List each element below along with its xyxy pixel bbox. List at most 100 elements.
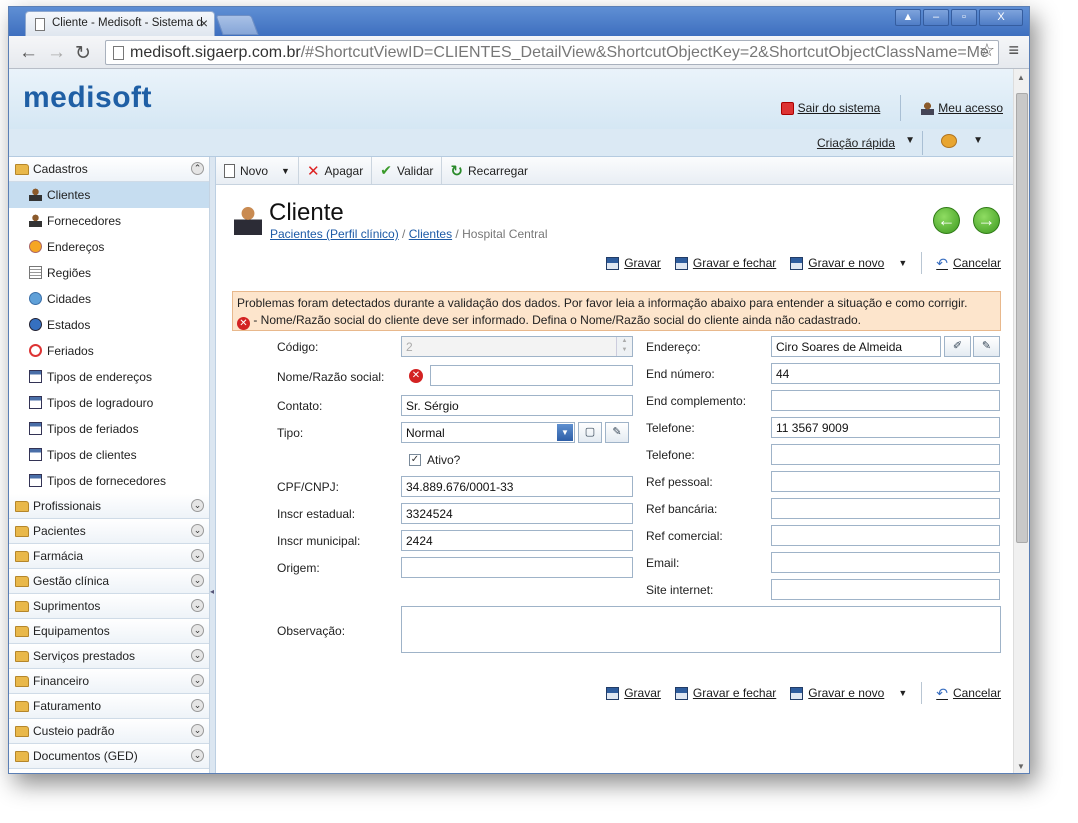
expand-icon[interactable]: ⌄ [191, 749, 204, 762]
scrollbar-thumb[interactable] [1016, 93, 1028, 543]
quick-create-link[interactable]: Criação rápida [817, 136, 895, 150]
previous-record-button[interactable]: ← [933, 207, 960, 234]
validate-button[interactable]: ✔ Validar [372, 157, 443, 184]
sidebar-group-1[interactable]: Profissionais ⌄ [9, 494, 209, 519]
palette-icon[interactable] [941, 134, 957, 148]
telefone1-field[interactable]: 11 3567 9009 [771, 417, 1000, 438]
cpf-field[interactable]: 34.889.676/0001-33 [401, 476, 633, 497]
collapse-arrow-icon[interactable]: ◂ [210, 587, 214, 596]
chevron-down-icon[interactable]: ▼ [281, 166, 290, 176]
sidebar-item[interactable]: Tipos de fornecedores [9, 468, 209, 494]
browser-menu-icon[interactable]: ≡ [1008, 40, 1019, 61]
endereco-field[interactable]: Ciro Soares de Almeida [771, 336, 941, 357]
user-icon[interactable]: ▲ [895, 9, 921, 26]
expand-icon[interactable]: ⌄ [191, 674, 204, 687]
ref-comercial-field[interactable] [771, 525, 1000, 546]
close-tab-icon[interactable]: × [200, 15, 208, 31]
expand-icon[interactable]: ⌄ [191, 624, 204, 637]
chevron-down-icon[interactable]: ▼ [905, 135, 915, 146]
sidebar-group-5[interactable]: Suprimentos ⌄ [9, 594, 209, 619]
endereco-clear-button[interactable]: ✎ [973, 336, 1000, 357]
tipo-clear-button[interactable]: ✎ [605, 422, 629, 443]
next-record-button[interactable]: → [973, 207, 1000, 234]
save-close-button[interactable]: Gravar e fechar [674, 686, 776, 700]
expand-icon[interactable]: ⌄ [191, 524, 204, 537]
scroll-up-icon[interactable]: ▲ [1017, 73, 1025, 82]
sidebar-item[interactable]: Clientes [9, 182, 209, 208]
contato-field[interactable]: Sr. Sérgio [401, 395, 633, 416]
telefone2-field[interactable] [771, 444, 1000, 465]
sidebar-item[interactable]: Estados [9, 312, 209, 338]
inscr-estadual-field[interactable]: 3324524 [401, 503, 633, 524]
new-tab-button[interactable] [215, 15, 259, 35]
sidebar-item[interactable]: Regiões [9, 260, 209, 286]
chevron-down-icon[interactable]: ▼ [898, 258, 907, 268]
expand-icon[interactable]: ⌄ [191, 574, 204, 587]
sidebar-group-4[interactable]: Gestão clínica ⌄ [9, 569, 209, 594]
observacao-textarea[interactable] [401, 606, 1001, 653]
my-access-link[interactable]: Meu acesso [921, 101, 1003, 115]
sidebar-group-6[interactable]: Equipamentos ⌄ [9, 619, 209, 644]
close-window-button[interactable]: X [979, 9, 1023, 26]
sidebar-item[interactable]: Tipos de clientes [9, 442, 209, 468]
sidebar-item[interactable]: Tipos de logradouro [9, 390, 209, 416]
sidebar-group-7[interactable]: Serviços prestados ⌄ [9, 644, 209, 669]
delete-button[interactable]: ✕ Apagar [299, 157, 373, 184]
sidebar-group-2[interactable]: Pacientes ⌄ [9, 519, 209, 544]
new-button[interactable]: Novo ▼ [216, 157, 299, 184]
tipo-select[interactable]: Normal ▼ [401, 422, 575, 443]
cancel-button[interactable]: ↶ Cancelar [936, 685, 1001, 702]
ativo-checkbox[interactable]: ✓ [409, 454, 421, 466]
collapse-icon[interactable]: ⌃ [191, 162, 204, 175]
email-field[interactable] [771, 552, 1000, 573]
tipo-new-button[interactable]: ▢ [578, 422, 602, 443]
end-complemento-field[interactable] [771, 390, 1000, 411]
expand-icon[interactable]: ⌄ [191, 549, 204, 562]
sidebar-group-11[interactable]: Documentos (GED) ⌄ [9, 744, 209, 769]
page-scrollbar[interactable]: ▲ ▼ [1013, 69, 1029, 773]
chevron-down-icon[interactable]: ▼ [557, 424, 573, 441]
save-button[interactable]: Gravar [606, 256, 661, 270]
inscr-municipal-field[interactable]: 2424 [401, 530, 633, 551]
bookmark-star-icon[interactable]: ☆ [979, 40, 995, 61]
sidebar-item[interactable]: Endereços [9, 234, 209, 260]
save-close-button[interactable]: Gravar e fechar [674, 256, 776, 270]
address-bar[interactable]: medisoft.sigaerp.com.br/#ShortcutViewID=… [105, 40, 999, 65]
sidebar-item[interactable]: Tipos de endereços [9, 364, 209, 390]
maximize-button[interactable]: ▫ [951, 9, 977, 26]
reload-icon[interactable]: ↻ [75, 42, 91, 65]
expand-icon[interactable]: ⌄ [191, 499, 204, 512]
breadcrumb-link-pacientes[interactable]: Pacientes (Perfil clínico) [270, 227, 399, 241]
save-new-button[interactable]: Gravar e novo [790, 686, 884, 700]
breadcrumb-link-clientes[interactable]: Clientes [409, 227, 452, 241]
origem-field[interactable] [401, 557, 633, 578]
sidebar-item[interactable]: Cidades [9, 286, 209, 312]
scroll-down-icon[interactable]: ▼ [1017, 762, 1025, 771]
expand-icon[interactable]: ⌄ [191, 724, 204, 737]
forward-arrow-icon[interactable]: → [47, 42, 66, 64]
nome-field[interactable] [430, 365, 633, 386]
endereco-lookup-button[interactable]: ✐ [944, 336, 971, 357]
ref-pessoal-field[interactable] [771, 471, 1000, 492]
expand-icon[interactable]: ⌄ [191, 599, 204, 612]
logout-link[interactable]: Sair do sistema [780, 101, 880, 115]
sidebar-item[interactable]: Fornecedores [9, 208, 209, 234]
ref-bancaria-field[interactable] [771, 498, 1000, 519]
sidebar-item[interactable]: Feriados [9, 338, 209, 364]
reload-button[interactable]: ↻ Recarregar [442, 157, 536, 184]
chevron-down-icon[interactable]: ▼ [973, 135, 983, 146]
back-arrow-icon[interactable]: ← [19, 42, 38, 64]
sidebar-group-0[interactable]: Cadastros ⌃ [9, 157, 209, 182]
browser-tab[interactable]: Cliente - Medisoft - Sistema d × [25, 11, 215, 36]
sidebar-group-3[interactable]: Farmácia ⌄ [9, 544, 209, 569]
expand-icon[interactable]: ⌄ [191, 649, 204, 662]
expand-icon[interactable]: ⌄ [191, 699, 204, 712]
save-new-button[interactable]: Gravar e novo [790, 256, 884, 270]
minimize-button[interactable]: – [923, 9, 949, 26]
sidebar-group-10[interactable]: Custeio padrão ⌄ [9, 719, 209, 744]
end-numero-field[interactable]: 44 [771, 363, 1000, 384]
cancel-button[interactable]: ↶ Cancelar [936, 255, 1001, 272]
chevron-down-icon[interactable]: ▼ [898, 688, 907, 698]
sidebar-item[interactable]: Tipos de feriados [9, 416, 209, 442]
save-button[interactable]: Gravar [606, 686, 661, 700]
